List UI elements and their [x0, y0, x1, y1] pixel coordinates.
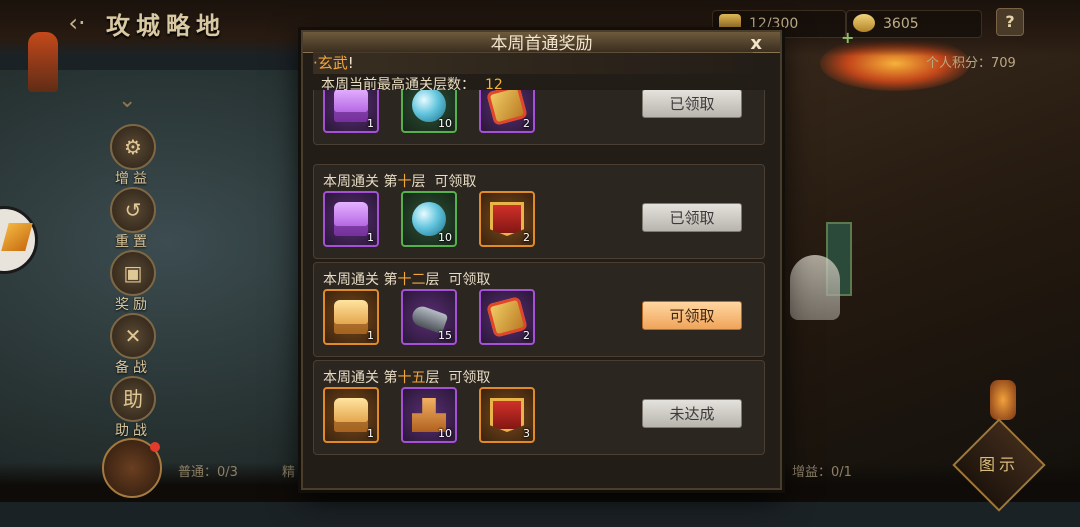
item-count: 10	[438, 427, 452, 440]
item-count: 10	[438, 231, 452, 244]
assist-icon: 助	[110, 376, 156, 422]
gold-icon	[853, 14, 875, 32]
side-tab-icon	[1, 223, 33, 251]
reward-item[interactable]: 1	[323, 387, 379, 443]
status-buff: 增益：0/1	[792, 465, 852, 480]
swords-icon: ✕	[110, 313, 156, 359]
reward-item[interactable]: 1	[323, 191, 379, 247]
row-floor-number: 十五	[397, 370, 426, 386]
side-menu-button[interactable]: 助助战	[108, 376, 158, 440]
banner-icon	[490, 202, 524, 236]
reward-item[interactable]: 2	[479, 191, 535, 247]
reward-item[interactable]: 10	[401, 191, 457, 247]
item-count: 2	[523, 231, 530, 244]
reset-icon: ↺	[110, 187, 156, 233]
first-clear-reward-dialog: 本周首通奖励 x ·玄武! 本周当前最高通关层数： 12 1 10 2 已领取 本周通关 …	[301, 30, 782, 490]
page-title: 攻城略地	[106, 11, 226, 40]
personal-score: 个人积分：709	[926, 56, 1016, 71]
gear-icon: ⚙	[110, 124, 156, 170]
row-title-prefix: 本周通关 第	[323, 272, 398, 288]
close-button[interactable]: x	[750, 34, 762, 54]
side-menu-button[interactable]: ↺ 重置	[108, 187, 158, 251]
notification-dot	[150, 442, 160, 452]
reward-row: 本周通关 第十二层 可领取 1 15 2 可领取	[313, 262, 765, 357]
status-elite: 精	[282, 465, 296, 480]
general-figure[interactable]	[790, 255, 840, 320]
chest-button[interactable]	[102, 438, 162, 498]
reward-row-title: 本周通关 第十五层 可领取	[323, 367, 490, 387]
side-menu-label: 重置	[115, 234, 151, 250]
row-title-prefix: 本周通关 第	[323, 370, 398, 386]
map-legend-label: 图示	[978, 455, 1019, 474]
reward-row: 本周通关 第十五层 可领取 1 10 3 未达成	[313, 360, 765, 455]
reward-item[interactable]: 15	[401, 289, 457, 345]
resource-counter-gold: + 3605	[841, 10, 982, 47]
side-menu-button[interactable]: ✕ 备战	[108, 313, 158, 377]
lantern-icon	[990, 380, 1016, 420]
item-count: 1	[367, 329, 374, 342]
side-menu-button[interactable]: ▣ 奖励	[108, 250, 158, 314]
claimed-button[interactable]: 已领取	[642, 203, 742, 232]
item-count: 1	[367, 117, 374, 130]
reward-list[interactable]: 1 10 2 已领取 本周通关 第十层 可领取 1 10 2 已领取 本周通关 第十二层 可领取 1…	[313, 90, 767, 482]
item-count: 15	[438, 329, 452, 342]
item-count: 1	[367, 231, 374, 244]
claimed-button[interactable]: 已领取	[642, 90, 742, 118]
back-button[interactable]: ‹·	[62, 8, 92, 38]
chest-gold-icon	[334, 398, 368, 432]
token-icon	[486, 296, 528, 338]
resource-2-value: 3605	[883, 16, 919, 32]
side-menu-label: 增益	[115, 171, 151, 187]
row-title-suffix: 层 可领取	[411, 174, 477, 190]
dialog-title: 本周首通奖励	[303, 32, 780, 53]
reward-item[interactable]: 10	[401, 387, 457, 443]
side-menu-label: 备战	[115, 360, 151, 376]
chest-purple-icon	[334, 90, 368, 122]
gift-icon: ▣	[110, 250, 156, 296]
side-menu-label: 奖励	[115, 297, 151, 313]
torch-icon	[28, 32, 58, 92]
notice-banner: ·玄武!	[313, 52, 753, 74]
side-menu-label: 助战	[115, 423, 151, 439]
help-button[interactable]: ?	[996, 8, 1024, 36]
item-count: 3	[523, 427, 530, 440]
reward-item[interactable]: 1	[323, 90, 379, 133]
claim-button[interactable]: 可领取	[642, 301, 742, 330]
reward-item[interactable]: 10	[401, 90, 457, 133]
row-title-suffix: 层 可领取	[425, 370, 491, 386]
reward-row-title: 本周通关 第十二层 可领取	[323, 269, 490, 289]
status-normal: 普通：0/3	[178, 465, 238, 480]
reward-item[interactable]: 2	[479, 289, 535, 345]
reward-item[interactable]: 1	[323, 289, 379, 345]
row-title-prefix: 本周通关 第	[323, 174, 398, 190]
row-floor-number: 十	[397, 174, 412, 190]
item-count: 10	[438, 117, 452, 130]
row-title-suffix: 层 可领取	[425, 272, 491, 288]
not-reached-button[interactable]: 未达成	[642, 399, 742, 428]
add-gold-button[interactable]: +	[841, 25, 854, 51]
notice-highlight: ·玄武	[313, 54, 348, 72]
row-floor-number: 十二	[397, 272, 426, 288]
reward-row-title: 本周通关 第十层 可领取	[323, 171, 476, 191]
notice-tail: !	[347, 54, 354, 72]
reward-item[interactable]: 3	[479, 387, 535, 443]
banner-icon	[490, 398, 524, 432]
reward-row: 1 10 2 已领取	[313, 90, 765, 145]
item-count: 1	[367, 427, 374, 440]
chest-gold-icon	[334, 300, 368, 334]
item-count: 2	[523, 329, 530, 342]
item-count: 2	[523, 117, 530, 130]
chevron-down-icon[interactable]: ⌄	[118, 88, 136, 113]
reward-row: 本周通关 第十层 可领取 1 10 2 已领取	[313, 164, 765, 259]
side-menu-button[interactable]: ⚙ 增益	[108, 124, 158, 188]
token-icon	[486, 90, 528, 126]
reward-item[interactable]: 2	[479, 90, 535, 133]
chest-purple-icon	[334, 202, 368, 236]
